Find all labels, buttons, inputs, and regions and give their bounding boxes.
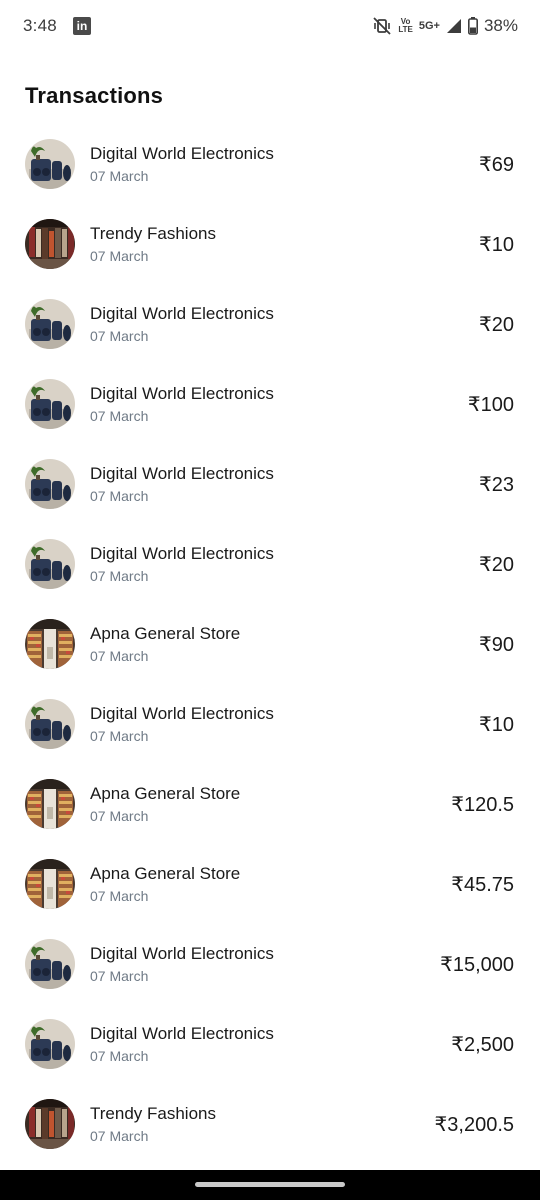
- transaction-date: 07 March: [90, 888, 149, 904]
- transaction-row[interactable]: Trendy Fashions 07 March ₹10: [0, 204, 540, 284]
- transaction-amount: ₹45.75: [451, 874, 514, 896]
- merchant-name: Apna General Store: [90, 784, 241, 803]
- merchant-avatar: [25, 699, 75, 749]
- transaction-amount: ₹20: [479, 554, 514, 576]
- merchant-name: Digital World Electronics: [90, 1024, 274, 1043]
- transaction-amount: ₹15,000: [440, 954, 514, 976]
- merchant-name: Digital World Electronics: [90, 464, 274, 483]
- transaction-row[interactable]: Digital World Electronics 07 March ₹23: [0, 444, 540, 524]
- merchant-name: Digital World Electronics: [90, 144, 274, 163]
- merchant-avatar: [25, 1019, 75, 1069]
- transaction-amount: ₹2,500: [451, 1034, 514, 1056]
- transaction-amount: ₹100: [467, 394, 514, 416]
- merchant-avatar: [25, 859, 75, 909]
- merchant-avatar: [25, 939, 75, 989]
- merchant-name: Apna General Store: [90, 624, 241, 643]
- merchant-avatar: [25, 779, 75, 829]
- transaction-date: 07 March: [90, 648, 149, 664]
- transaction-date: 07 March: [90, 1128, 149, 1144]
- merchant-avatar: [25, 379, 75, 429]
- merchant-avatar: [25, 299, 75, 349]
- transaction-date: 07 March: [90, 488, 149, 504]
- transaction-date: 07 March: [90, 1048, 149, 1064]
- transaction-row[interactable]: Digital World Electronics 07 March ₹69: [0, 124, 540, 204]
- merchant-avatar: [25, 139, 75, 189]
- transaction-date: 07 March: [90, 248, 149, 264]
- merchant-name: Trendy Fashions: [90, 224, 216, 243]
- transaction-row[interactable]: Digital World Electronics 07 March ₹2,500: [0, 1004, 540, 1084]
- merchant-name: Digital World Electronics: [90, 944, 274, 963]
- signal-icon: [446, 18, 462, 34]
- merchant-avatar: [25, 539, 75, 589]
- transaction-amount: ₹69: [479, 154, 514, 176]
- transaction-date: 07 March: [90, 968, 149, 984]
- transaction-date: 07 March: [90, 568, 149, 584]
- merchant-name: Trendy Fashions: [90, 1104, 216, 1123]
- merchant-avatar: [25, 619, 75, 669]
- transaction-row[interactable]: Apna General Store 07 March ₹120.5: [0, 764, 540, 844]
- volte-icon: Vo LTE: [398, 18, 413, 34]
- merchant-name: Digital World Electronics: [90, 704, 274, 723]
- home-gesture-handle[interactable]: [195, 1182, 345, 1187]
- merchant-avatar: [25, 1099, 75, 1149]
- transaction-date: 07 March: [90, 728, 149, 744]
- transaction-amount: ₹90: [479, 634, 514, 656]
- transaction-date: 07 March: [90, 808, 149, 824]
- battery-icon: [467, 17, 478, 35]
- transaction-row[interactable]: Trendy Fashions 07 March ₹3,200.5: [0, 1084, 540, 1164]
- transaction-amount: ₹3,200.5: [434, 1114, 514, 1136]
- transaction-row[interactable]: Digital World Electronics 07 March ₹10: [0, 684, 540, 764]
- transaction-row[interactable]: Apna General Store 07 March ₹45.75: [0, 844, 540, 924]
- network-5g-label: 5G+: [418, 20, 440, 32]
- transaction-amount: ₹20: [479, 314, 514, 336]
- transaction-list: Digital World Electronics 07 March ₹69 Tren…: [0, 124, 540, 1164]
- status-icons: Vo LTE 5G+ 38%: [372, 14, 518, 38]
- volte-bottom-text: LTE: [398, 25, 413, 34]
- transaction-row[interactable]: Digital World Electronics 07 March ₹20: [0, 524, 540, 604]
- transaction-amount: ₹10: [479, 234, 514, 256]
- transaction-row[interactable]: Apna General Store 07 March ₹90: [0, 604, 540, 684]
- battery-percent: 38%: [483, 16, 518, 35]
- transaction-amount: ₹120.5: [451, 794, 514, 816]
- transaction-date: 07 March: [90, 328, 149, 344]
- merchant-name: Digital World Electronics: [90, 384, 274, 403]
- vibrate-mute-icon: [372, 16, 392, 36]
- transaction-date: 07 March: [90, 168, 149, 184]
- merchant-name: Digital World Electronics: [90, 304, 274, 323]
- merchant-name: Apna General Store: [90, 864, 241, 883]
- transaction-row[interactable]: Digital World Electronics 07 March ₹20: [0, 284, 540, 364]
- status-time: 3:48: [23, 16, 57, 35]
- merchant-avatar: [25, 459, 75, 509]
- page-title: Transactions: [25, 83, 164, 108]
- transaction-date: 07 March: [90, 408, 149, 424]
- system-nav-bar: [0, 1170, 540, 1200]
- merchant-avatar: [25, 219, 75, 269]
- status-bar: 3:48 in Vo LTE 5G+ 38%: [0, 0, 540, 52]
- transaction-amount: ₹10: [479, 714, 514, 736]
- linkedin-icon: in: [73, 17, 91, 35]
- transaction-row[interactable]: Digital World Electronics 07 March ₹15,000: [0, 924, 540, 1004]
- transaction-amount: ₹23: [479, 474, 514, 496]
- transaction-row[interactable]: Digital World Electronics 07 March ₹100: [0, 364, 540, 444]
- merchant-name: Digital World Electronics: [90, 544, 274, 563]
